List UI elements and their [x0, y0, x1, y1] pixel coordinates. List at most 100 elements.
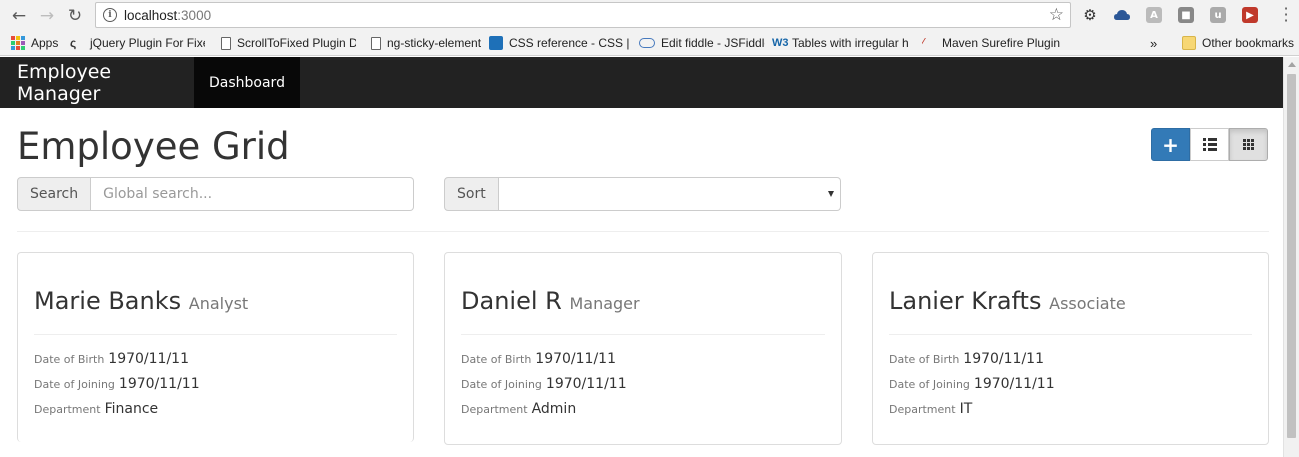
search-label: Search	[17, 177, 92, 211]
dob-row: Date of Birth 1970/11/11	[34, 351, 189, 367]
plus-icon: +	[1162, 132, 1179, 157]
bookmarks-overflow[interactable]: »	[1150, 36, 1157, 51]
dob-value: 1970/11/11	[963, 351, 1044, 367]
dob-value: 1970/11/11	[535, 351, 616, 367]
card-divider	[461, 334, 825, 335]
employee-heading: Lanier Krafts Associate	[889, 287, 1126, 315]
bookmarks-bar: Apps ς jQuery Plugin For Fixed ScrollToF…	[0, 31, 1299, 56]
employee-heading: Daniel R Manager	[461, 287, 640, 315]
grid-icon	[1243, 139, 1254, 150]
forward-icon[interactable]: →	[36, 5, 58, 27]
employee-heading: Marie Banks Analyst	[34, 287, 248, 315]
employee-role: Analyst	[188, 294, 249, 313]
apps-icon	[11, 36, 25, 50]
page-icon	[221, 36, 231, 50]
jquery-icon: ς	[70, 36, 77, 50]
scrollbar[interactable]	[1283, 57, 1299, 457]
back-icon[interactable]: ←	[8, 5, 30, 27]
folder-icon	[1182, 36, 1196, 50]
scroll-thumb[interactable]	[1287, 74, 1296, 438]
dept-row: Department Admin	[461, 401, 576, 417]
dob-row: Date of Birth 1970/11/11	[889, 351, 1044, 367]
bookmark-apps[interactable]: Apps	[11, 36, 58, 50]
employee-role: Manager	[569, 294, 640, 313]
dept-value: Finance	[104, 401, 159, 417]
mdn-icon	[489, 36, 503, 50]
search-group: Search Global search...	[17, 177, 414, 211]
employee-role: Associate	[1049, 294, 1126, 313]
search-input[interactable]: Global search...	[91, 177, 414, 211]
menu-icon[interactable]: · · ·	[1283, 1, 1289, 29]
list-icon	[1202, 138, 1217, 151]
view-toolbar: +	[1151, 128, 1268, 161]
employee-card[interactable]: Lanier Krafts Associate Date of Birth 197…	[872, 252, 1269, 445]
bookmark-item[interactable]: ς jQuery Plugin For Fixed	[70, 36, 205, 50]
dob-row: Date of Birth 1970/11/11	[461, 351, 616, 367]
add-employee-button[interactable]: +	[1151, 128, 1190, 161]
card-divider	[34, 334, 397, 335]
dob-label: Date of Birth	[461, 353, 532, 366]
url-text[interactable]: localhost:3000	[124, 8, 211, 23]
gear-icon[interactable]: ⚙	[1082, 6, 1098, 24]
page: Employee Manager Dashboard Employee Grid…	[0, 57, 1299, 457]
doj-value: 1970/11/11	[118, 376, 200, 392]
employee-name: Daniel R	[461, 287, 562, 315]
chevron-down-icon	[828, 191, 834, 197]
bookmark-item[interactable]: CSS reference - CSS | M	[489, 36, 629, 50]
sort-group: Sort	[444, 177, 841, 211]
reload-icon[interactable]: ↻	[64, 5, 86, 27]
dob-value: 1970/11/11	[108, 351, 189, 367]
dept-value: IT	[959, 401, 973, 417]
dept-label: Department	[889, 403, 956, 416]
doj-value: 1970/11/11	[545, 376, 627, 392]
dept-row: Department Finance	[34, 401, 158, 417]
ublock-icon[interactable]: u	[1210, 7, 1226, 23]
other-bookmarks[interactable]: Other bookmarks	[1182, 36, 1294, 50]
dept-row: Department IT	[889, 401, 972, 417]
info-icon[interactable]: i	[103, 8, 117, 22]
card-divider	[889, 334, 1252, 335]
w3-icon: W3	[772, 37, 789, 49]
cloud-extension-icon[interactable]	[1114, 7, 1130, 23]
jsfiddle-icon	[639, 38, 655, 48]
dept-label: Department	[34, 403, 101, 416]
page-title: Employee Grid	[17, 125, 290, 168]
dob-label: Date of Birth	[889, 353, 960, 366]
media-extension-icon[interactable]: ▶	[1242, 7, 1258, 23]
brand[interactable]: Employee Manager	[0, 61, 194, 105]
dept-value: Admin	[531, 401, 577, 417]
doj-label: Date of Joining	[34, 378, 115, 391]
dob-label: Date of Birth	[34, 353, 105, 366]
doj-row: Date of Joining 1970/11/11	[889, 376, 1055, 392]
doj-value: 1970/11/11	[973, 376, 1055, 392]
angular-extension-icon[interactable]: A	[1146, 7, 1162, 23]
employee-name: Marie Banks	[34, 287, 182, 315]
extension-icon[interactable]: ■	[1178, 7, 1194, 23]
scroll-up-icon[interactable]	[1288, 62, 1296, 67]
page-icon	[371, 36, 381, 50]
employee-card[interactable]: Marie Banks Analyst Date of Birth 1970/11…	[17, 252, 414, 442]
browser-toolbar: ← → ↻ i localhost:3000 ☆ ⚙ A ■ u ▶ · · ·	[0, 0, 1299, 31]
doj-label: Date of Joining	[889, 378, 970, 391]
list-view-button[interactable]	[1190, 128, 1229, 161]
employee-card[interactable]: Daniel R Manager Date of Birth 1970/11/11…	[444, 252, 842, 445]
bookmark-item[interactable]: Edit fiddle - JSFiddle	[639, 36, 765, 50]
doj-row: Date of Joining 1970/11/11	[34, 376, 200, 392]
divider	[17, 231, 1269, 232]
bookmark-item[interactable]: ∕ Maven Surefire Plugin –	[922, 36, 1062, 50]
doj-row: Date of Joining 1970/11/11	[461, 376, 627, 392]
bookmark-item[interactable]: ScrollToFixed Plugin De	[221, 36, 356, 50]
address-bar[interactable]: i localhost:3000 ☆	[95, 2, 1071, 28]
employee-name: Lanier Krafts	[889, 287, 1042, 315]
bookmark-item[interactable]: W3 Tables with irregular he	[772, 36, 909, 50]
sort-select[interactable]	[498, 177, 841, 211]
feather-icon: ∕	[922, 36, 925, 50]
grid-view-button[interactable]	[1229, 128, 1268, 161]
dept-label: Department	[461, 403, 528, 416]
bookmark-item[interactable]: ng-sticky-element	[371, 36, 481, 50]
bookmark-star-icon[interactable]: ☆	[1049, 5, 1064, 25]
doj-label: Date of Joining	[461, 378, 542, 391]
sort-label: Sort	[444, 177, 499, 211]
navbar: Employee Manager Dashboard	[0, 57, 1283, 108]
nav-dashboard[interactable]: Dashboard	[194, 57, 300, 108]
